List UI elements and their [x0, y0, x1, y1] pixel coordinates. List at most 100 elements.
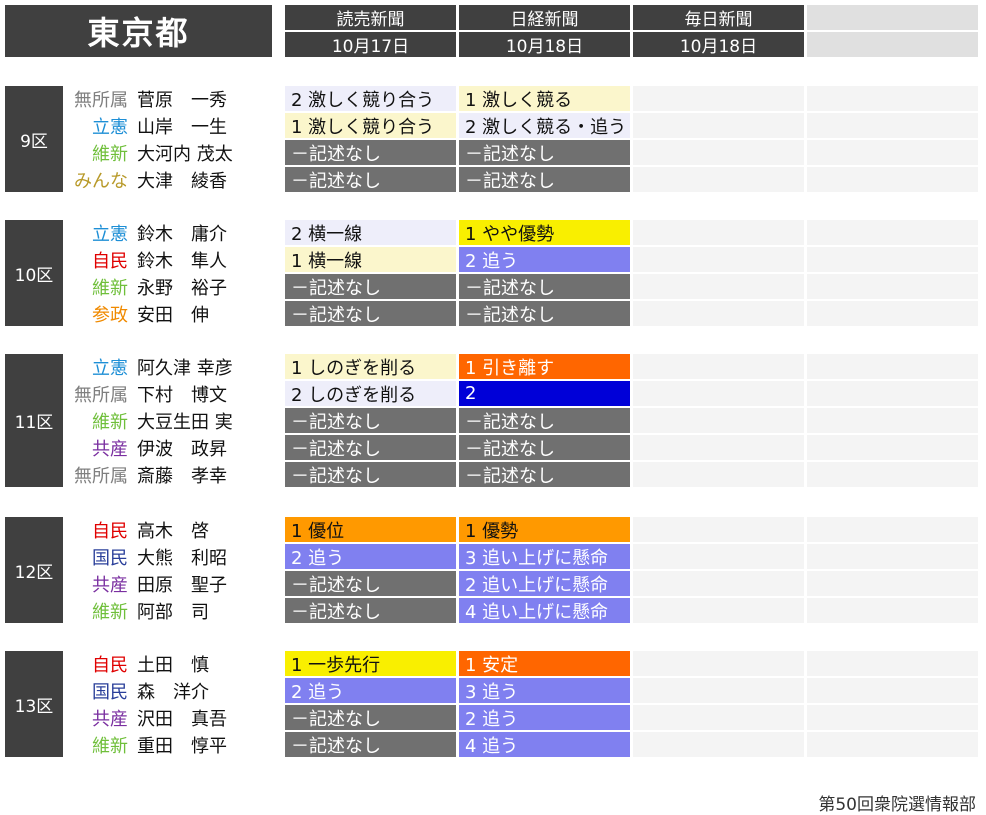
yomiuri-rating-cell: －記述なし	[285, 598, 456, 623]
extra-rating-cell	[807, 705, 978, 730]
yomiuri-rating-cell: 1 横一線	[285, 247, 456, 272]
extra-rating-cell	[807, 113, 978, 138]
party-label: 共産	[92, 708, 128, 730]
extra-rating-cell	[807, 301, 978, 326]
column-date-mainichi: 10月18日	[633, 32, 804, 57]
mainichi-rating-cell	[633, 462, 804, 487]
extra-rating-cell	[807, 354, 978, 379]
candidate-name: 伊波 政昇	[137, 438, 227, 460]
yomiuri-rating-cell: 1 優位	[285, 517, 456, 542]
candidate-name: 下村 博文	[137, 384, 227, 406]
candidate-row: 参政 安田 伸 －記述なし －記述なし	[0, 301, 986, 326]
candidate-name: 安田 伸	[137, 304, 209, 326]
candidate-name: 永野 裕子	[137, 277, 227, 299]
mainichi-rating-cell	[633, 86, 804, 111]
candidate-name: 森 洋介	[137, 681, 209, 703]
mainichi-rating-cell	[633, 598, 804, 623]
mainichi-rating-cell	[633, 220, 804, 245]
nikkei-rating-cell: －記述なし	[459, 301, 630, 326]
nikkei-rating-cell: 1 優勢	[459, 517, 630, 542]
extra-rating-cell	[807, 86, 978, 111]
yomiuri-rating-cell: －記述なし	[285, 435, 456, 460]
party-label: 立憲	[92, 357, 128, 379]
party-label: 自民	[92, 250, 128, 272]
candidate-row: 国民森 洋介 2 追う 3 追う	[0, 678, 986, 703]
nikkei-rating-cell: 4 追う	[459, 732, 630, 757]
party-label: 立憲	[92, 223, 128, 245]
party-label: 維新	[92, 411, 128, 433]
nikkei-rating-cell: 1 やや優勢	[459, 220, 630, 245]
mainichi-rating-cell	[633, 381, 804, 406]
column-date-empty	[807, 32, 978, 57]
column-header-yomiuri: 読売新聞	[285, 5, 456, 30]
yomiuri-rating-cell: 2 横一線	[285, 220, 456, 245]
yomiuri-rating-cell: －記述なし	[285, 274, 456, 299]
nikkei-rating-cell: 2 追い上げに懸命	[459, 571, 630, 596]
candidate-row: 維新 阿部 司 －記述なし 4 追い上げに懸命	[0, 598, 986, 623]
district-section: 9区 無所属 菅原 一秀 2 激しく競り合う 1 激しく競る 立憲 山岸 一生 1 激しく競り…	[0, 86, 986, 194]
nikkei-rating-cell: 4 追い上げに懸命	[459, 598, 630, 623]
extra-rating-cell	[807, 462, 978, 487]
extra-rating-cell	[807, 678, 978, 703]
yomiuri-rating-cell: －記述なし	[285, 732, 456, 757]
nikkei-rating-cell: 1 引き離す	[459, 354, 630, 379]
extra-rating-cell	[807, 651, 978, 676]
yomiuri-rating-cell: －記述なし	[285, 705, 456, 730]
candidate-row: 共産 田原 聖子 －記述なし 2 追い上げに懸命	[0, 571, 986, 596]
district-section: 10区 立憲 鈴木 庸介 2 横一線 1 やや優勢 自民 鈴木 隼人 1 横一線 2 追う 維新永…	[0, 220, 986, 328]
candidate-row: 共産 伊波 政昇 －記述なし －記述なし	[0, 435, 986, 460]
party-label: 国民	[92, 547, 128, 569]
extra-rating-cell	[807, 167, 978, 192]
candidate-row: 無所属 斎藤 孝幸 －記述なし －記述なし	[0, 462, 986, 487]
yomiuri-rating-cell: 1 一歩先行	[285, 651, 456, 676]
yomiuri-rating-cell: －記述なし	[285, 571, 456, 596]
party-label: 無所属	[74, 89, 128, 111]
candidate-row: 維新 重田 惇平 －記述なし 4 追う	[0, 732, 986, 757]
candidate-name: 鈴木 庸介	[137, 223, 227, 245]
candidate-name: 重田 惇平	[137, 735, 227, 757]
candidate-name: 高木 啓	[137, 520, 209, 542]
extra-rating-cell	[807, 598, 978, 623]
candidate-row: 自民 土田 慎 1 一歩先行 1 安定	[0, 651, 986, 676]
candidate-name: 大豆生田 実	[137, 411, 233, 433]
nikkei-rating-cell: －記述なし	[459, 408, 630, 433]
extra-rating-cell	[807, 408, 978, 433]
extra-rating-cell	[807, 274, 978, 299]
yomiuri-rating-cell: 2 追う	[285, 678, 456, 703]
mainichi-rating-cell	[633, 517, 804, 542]
party-label: 共産	[92, 574, 128, 596]
extra-rating-cell	[807, 220, 978, 245]
yomiuri-rating-cell: －記述なし	[285, 408, 456, 433]
yomiuri-rating-cell: 2 激しく競り合う	[285, 86, 456, 111]
candidate-row: 共産 沢田 真吾 －記述なし 2 追う	[0, 705, 986, 730]
mainichi-rating-cell	[633, 354, 804, 379]
yomiuri-rating-cell: 2 しのぎを削る	[285, 381, 456, 406]
candidate-name: 阿久津 幸彦	[137, 357, 233, 379]
candidate-name: 沢田 真吾	[137, 708, 227, 730]
nikkei-rating-cell: 3 追う	[459, 678, 630, 703]
mainichi-rating-cell	[633, 435, 804, 460]
party-label: 参政	[92, 304, 128, 326]
extra-rating-cell	[807, 247, 978, 272]
column-header-empty	[807, 5, 978, 30]
candidate-name: 大熊 利昭	[137, 547, 227, 569]
candidate-row: 立憲 鈴木 庸介 2 横一線 1 やや優勢	[0, 220, 986, 245]
party-label: 立憲	[92, 116, 128, 138]
district-section: 13区 自民 土田 慎1 一歩先行 1 安定 国民森 洋介 2 追う 3 追う 共産 沢田 真吾…	[0, 651, 986, 759]
mainichi-rating-cell	[633, 113, 804, 138]
candidate-row: 無所属 菅原 一秀 2 激しく競り合う 1 激しく競る	[0, 86, 986, 111]
mainichi-rating-cell	[633, 247, 804, 272]
election-table: 東京都 読売新聞 日経新聞 毎日新聞 10月17日 10月18日 10月18日 …	[0, 0, 986, 815]
nikkei-rating-cell: －記述なし	[459, 140, 630, 165]
extra-rating-cell	[807, 544, 978, 569]
mainichi-rating-cell	[633, 544, 804, 569]
candidate-name: 大河内 茂太	[137, 143, 233, 165]
extra-rating-cell	[807, 435, 978, 460]
mainichi-rating-cell	[633, 651, 804, 676]
party-label: 無所属	[74, 384, 128, 406]
nikkei-rating-cell: 2	[459, 381, 630, 406]
candidate-row: 立憲 山岸 一生 1 激しく競り合う 2 激しく競る・追う	[0, 113, 986, 138]
mainichi-rating-cell	[633, 167, 804, 192]
nikkei-rating-cell: 2 追う	[459, 247, 630, 272]
yomiuri-rating-cell: －記述なし	[285, 301, 456, 326]
